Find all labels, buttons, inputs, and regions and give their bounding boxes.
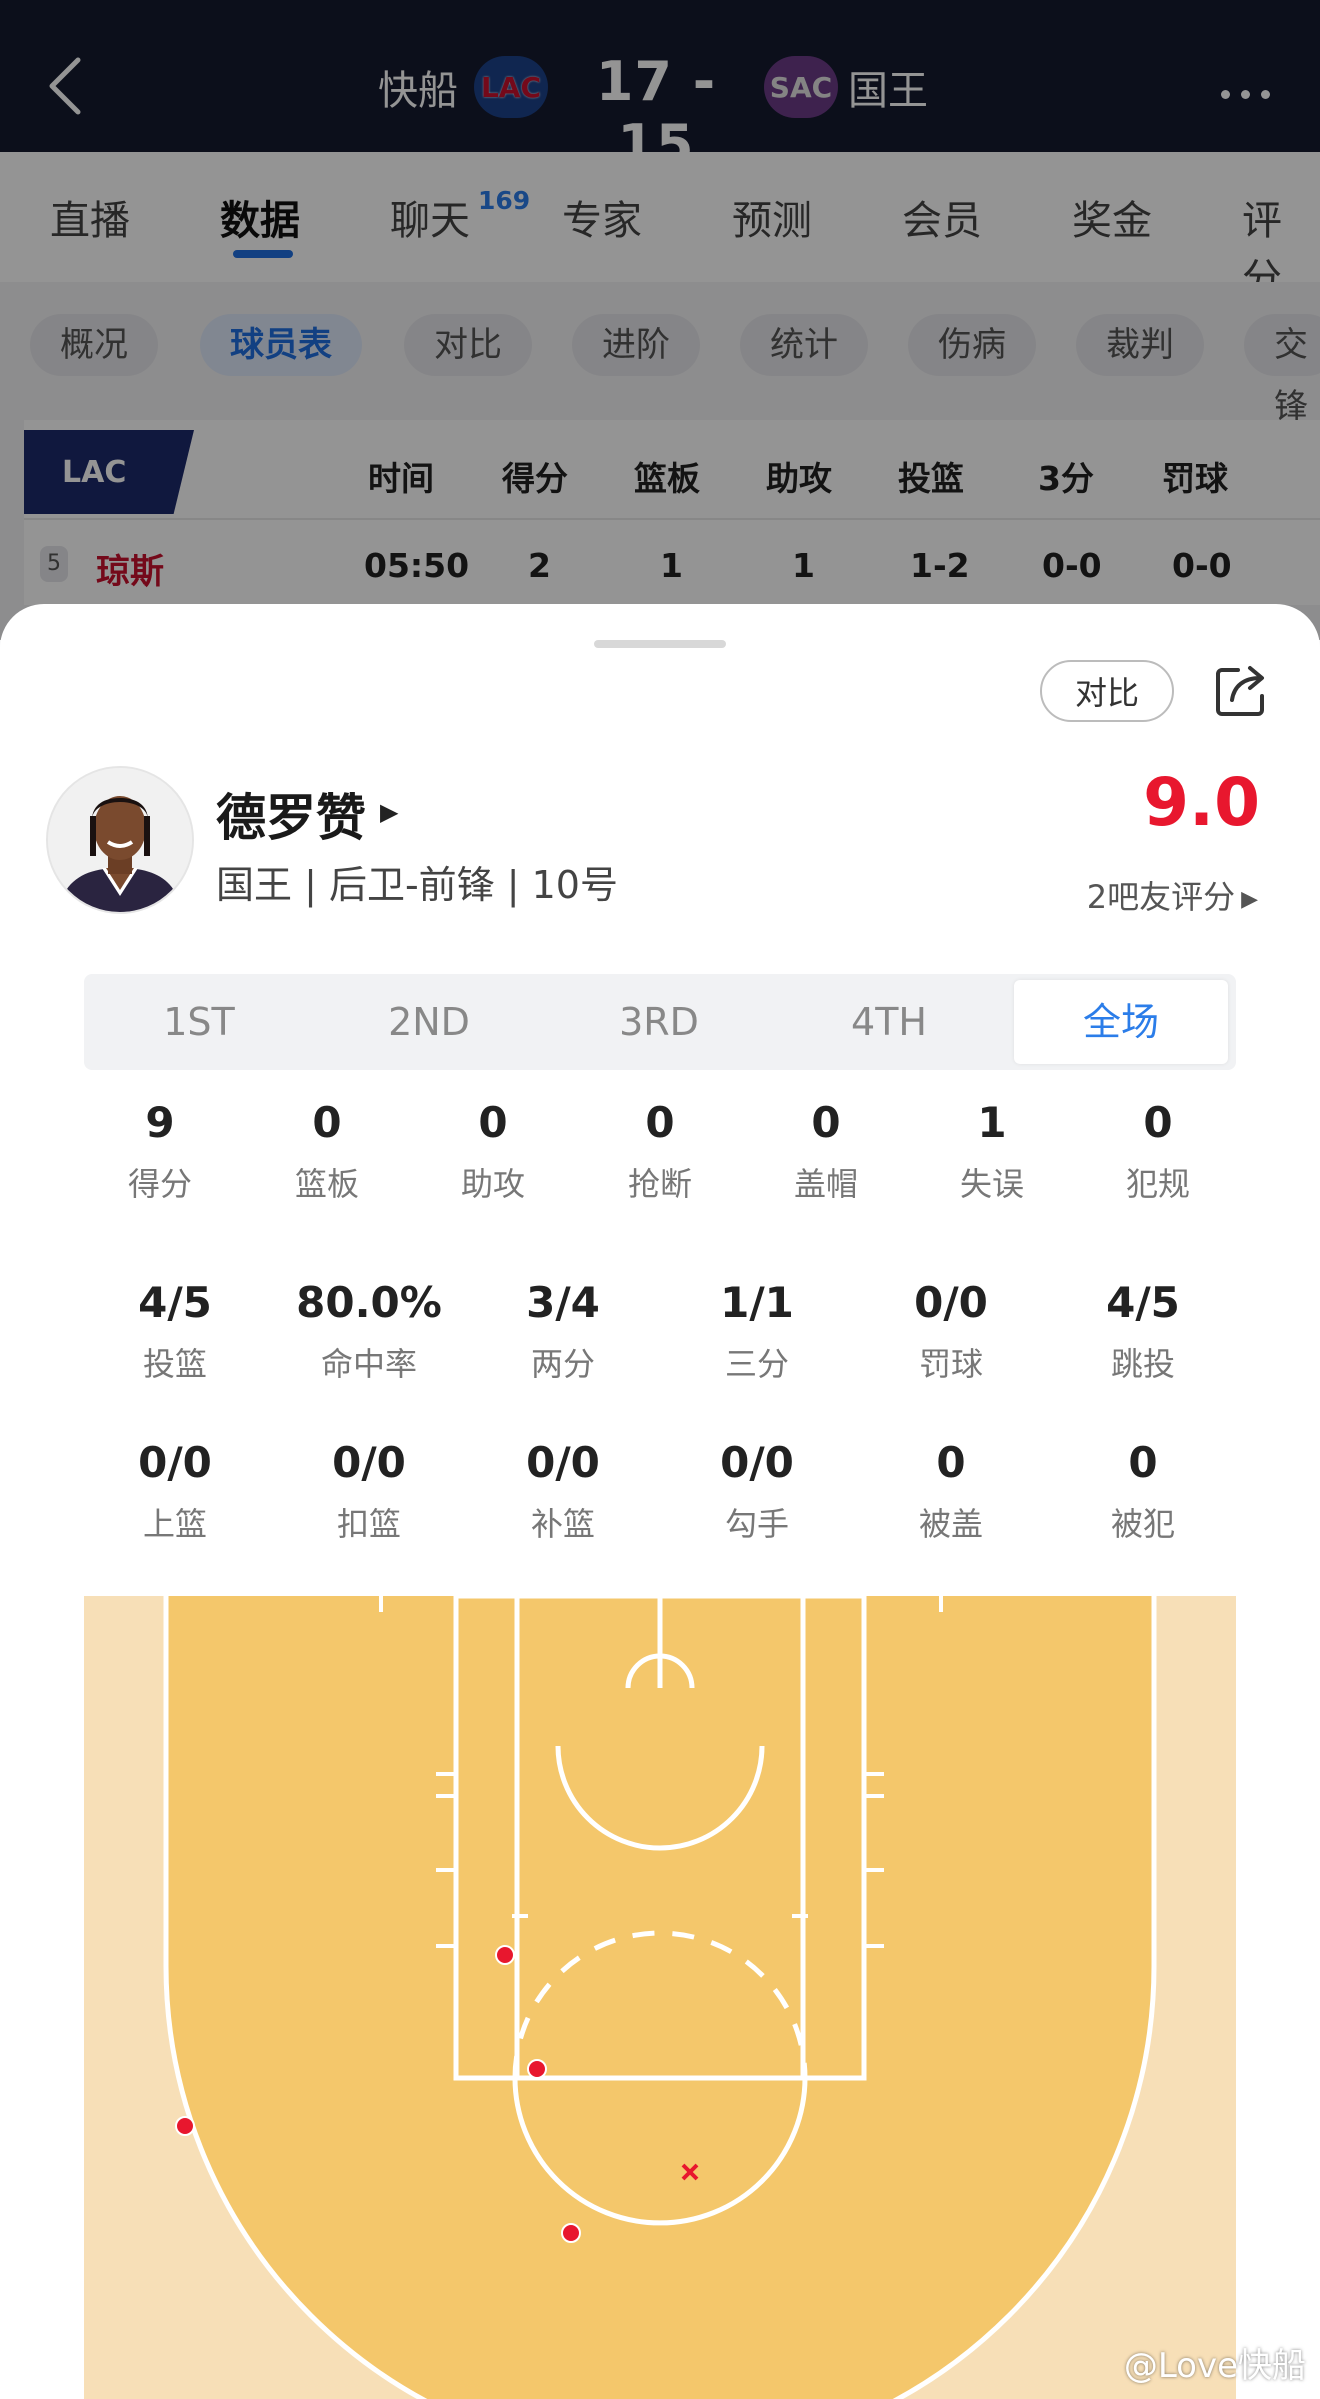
- made-shot[interactable]: [561, 2223, 581, 2243]
- stat-turnovers: 1 失误: [959, 1098, 1024, 1203]
- compare-button[interactable]: 对比: [1040, 660, 1174, 722]
- shot-chart: [84, 1596, 1236, 2399]
- tab-2nd[interactable]: 2ND: [314, 974, 544, 1070]
- player-avatar: [46, 766, 194, 914]
- stat-layup: 0/0 上篮: [138, 1438, 212, 1543]
- stat-jumper: 4/5 跳投: [1106, 1278, 1180, 1383]
- stat-fg: 4/5 投篮: [138, 1278, 212, 1383]
- stat-assists: 0 助攻: [460, 1098, 525, 1203]
- stat-points: 9 得分: [127, 1098, 192, 1203]
- stat-3pt: 1/1 三分: [720, 1278, 794, 1383]
- tab-3rd[interactable]: 3RD: [544, 974, 774, 1070]
- share-icon[interactable]: [1212, 662, 1270, 720]
- stat-rebounds: 0 篮板: [294, 1098, 359, 1203]
- stat-steals: 0 抢断: [627, 1098, 692, 1203]
- rating-count-link[interactable]: 2吧友评分 ▶: [1000, 872, 1258, 918]
- player-detail-sheet: 对比 德罗赞 ▶ 国王 | 后卫-前锋 | 10号 9.0 2吧友评分 ▶ 1ST…: [0, 604, 1320, 2399]
- stat-blocks: 0 盖帽: [793, 1098, 858, 1203]
- modal-backdrop[interactable]: [0, 0, 1320, 640]
- tab-4th[interactable]: 4TH: [774, 974, 1004, 1070]
- player-rating: 9.0: [1143, 764, 1260, 841]
- stat-dunk: 0/0 扣篮: [332, 1438, 406, 1543]
- made-shot[interactable]: [527, 2059, 547, 2079]
- quarter-tab-bar: 1ST 2ND 3RD 4TH 全场: [84, 974, 1236, 1070]
- stat-putback: 0/0 补篮: [526, 1438, 600, 1543]
- tab-1st[interactable]: 1ST: [84, 974, 314, 1070]
- stat-fouls: 0 犯规: [1125, 1098, 1190, 1203]
- stat-2pt: 3/4 两分: [526, 1278, 600, 1383]
- sheet-drag-handle[interactable]: [594, 640, 726, 648]
- watermark: @Love快船: [1123, 2346, 1306, 2386]
- made-shot[interactable]: [175, 2116, 195, 2136]
- made-shot[interactable]: [495, 1945, 515, 1965]
- stat-fouled: 0 被犯: [1110, 1438, 1175, 1543]
- stat-blocked: 0 被盖: [918, 1438, 983, 1543]
- player-name[interactable]: 德罗赞: [216, 778, 366, 850]
- play-arrow-icon: ▶: [380, 798, 399, 826]
- tab-full-game[interactable]: 全场: [1014, 980, 1228, 1064]
- stat-fg-pct: 80.0% 命中率: [296, 1278, 442, 1383]
- player-info: 国王 | 后卫-前锋 | 10号: [216, 863, 618, 907]
- stat-ft: 0/0 罚球: [914, 1278, 988, 1383]
- stat-hook: 0/0 勾手: [720, 1438, 794, 1543]
- chevron-right-icon: ▶: [1241, 887, 1258, 912]
